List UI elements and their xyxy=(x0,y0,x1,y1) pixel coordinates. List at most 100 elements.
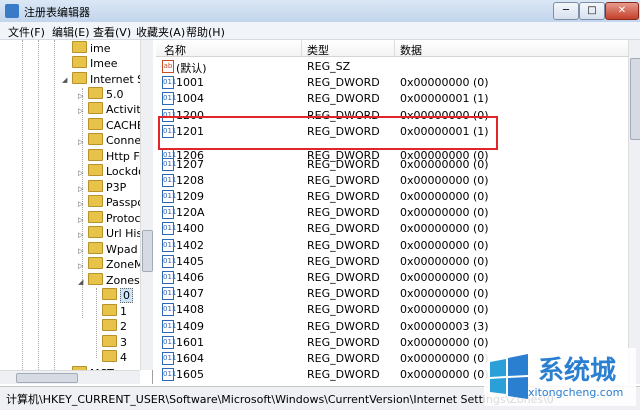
column-header-data[interactable]: 数据 xyxy=(400,42,422,58)
dword-value-icon: 011 xyxy=(162,190,176,203)
dword-value-icon: 011 xyxy=(162,222,176,235)
tree-vertical-scrollbar[interactable] xyxy=(140,40,153,370)
tree-guide-line xyxy=(38,40,39,380)
tree-item[interactable]: P3P xyxy=(88,180,126,195)
list-vertical-scrollbar[interactable] xyxy=(628,40,640,384)
folder-icon xyxy=(102,350,117,362)
tree-item[interactable]: 4 xyxy=(102,350,127,365)
tree-item[interactable]: Protoco xyxy=(88,211,147,226)
collapsed-arrow-icon[interactable]: ▷ xyxy=(78,92,83,100)
dword-value-icon: 011 xyxy=(162,287,176,300)
dword-value-icon: 011 xyxy=(162,206,176,219)
regedit-app-icon xyxy=(5,4,19,18)
collapsed-arrow-icon[interactable]: ▷ xyxy=(78,138,83,146)
folder-icon xyxy=(72,72,87,84)
dword-value-icon: 011 xyxy=(162,239,176,252)
tree-item[interactable]: 2 xyxy=(102,319,127,334)
folder-icon xyxy=(88,242,103,254)
list-item[interactable]: 011 1405 REG_DWORD 0x00000000 (0) xyxy=(156,253,628,269)
tree-item[interactable]: Wpad xyxy=(88,242,138,257)
tree-guide-line xyxy=(54,40,55,380)
folder-icon xyxy=(88,257,103,269)
dword-value-icon: 011 xyxy=(162,303,176,316)
menu-view[interactable]: 查看(V) xyxy=(93,24,131,40)
column-header-name[interactable]: 名称 xyxy=(164,42,186,58)
expanded-arrow-icon[interactable]: ◢ xyxy=(62,76,67,84)
list-item[interactable]: 011 1004 REG_DWORD 0x00000001 (1) xyxy=(156,90,628,106)
list-header: 名称 类型 数据 xyxy=(156,40,628,57)
menu-favorites[interactable]: 收藏夹(A) xyxy=(136,24,185,40)
tree-guide-line xyxy=(96,288,97,358)
collapsed-arrow-icon[interactable]: ▷ xyxy=(78,247,83,255)
list-item[interactable]: ab (默认) REG_SZ xyxy=(156,58,628,75)
tree-item[interactable]: 3 xyxy=(102,335,127,350)
folder-icon xyxy=(88,102,103,114)
collapsed-arrow-icon[interactable]: ▷ xyxy=(78,216,83,224)
folder-icon xyxy=(88,273,103,285)
folder-icon xyxy=(72,41,87,53)
column-header-type[interactable]: 类型 xyxy=(307,42,329,58)
collapsed-arrow-icon[interactable]: ▷ xyxy=(78,185,83,193)
column-divider[interactable] xyxy=(301,40,302,56)
folder-icon xyxy=(102,304,117,316)
collapsed-arrow-icon[interactable]: ▷ xyxy=(78,231,83,239)
list-item[interactable]: 011 1408 REG_DWORD 0x00000000 (0) xyxy=(156,301,628,317)
list-item[interactable]: 011 1208 REG_DWORD 0x00000000 (0) xyxy=(156,172,628,188)
list-item[interactable]: 011 1001 REG_DWORD 0x00000000 (0) xyxy=(156,74,628,90)
tree-item[interactable]: Imee xyxy=(72,56,118,71)
tree-horizontal-scrollbar[interactable] xyxy=(0,370,140,384)
title-bar: 注册表编辑器 ─ □ ✕ xyxy=(0,0,640,23)
folder-icon xyxy=(88,133,103,145)
column-divider[interactable] xyxy=(394,40,395,56)
list-item[interactable]: 011 1209 REG_DWORD 0x00000000 (0) xyxy=(156,188,628,204)
dword-value-icon: 011 xyxy=(162,158,176,171)
folder-icon xyxy=(88,180,103,192)
watermark-url: xitongcheng.com xyxy=(528,386,624,399)
minimize-button[interactable]: ─ xyxy=(553,2,579,20)
window-title: 注册表编辑器 xyxy=(24,6,90,19)
list-item[interactable]: 011 1407 REG_DWORD 0x00000000 (0) xyxy=(156,285,628,301)
menu-file[interactable]: 文件(F) xyxy=(8,24,45,40)
tree-item[interactable]: 1 xyxy=(102,304,127,319)
tree-item-zones[interactable]: Zones xyxy=(88,273,140,288)
collapsed-arrow-icon[interactable]: ▷ xyxy=(78,169,83,177)
dword-value-icon: 011 xyxy=(162,368,176,381)
list-item[interactable]: 011 1402 REG_DWORD 0x00000000 (0) xyxy=(156,237,628,253)
registry-tree: ime Imee ◢ Internet Set ▷ 5.0 ▷ Activiti… xyxy=(0,40,153,384)
scrollbar-thumb[interactable] xyxy=(142,230,153,272)
dword-value-icon: 011 xyxy=(162,336,176,349)
collapsed-arrow-icon[interactable]: ▷ xyxy=(78,200,83,208)
list-item[interactable]: 011 120A REG_DWORD 0x00000000 (0) xyxy=(156,204,628,220)
dword-value-icon: 011 xyxy=(162,76,176,89)
tree-guide-line xyxy=(22,40,23,380)
tree-item-zone-0-selected[interactable]: 0 xyxy=(102,288,133,303)
folder-icon xyxy=(88,226,103,238)
scrollbar-thumb[interactable] xyxy=(16,373,78,383)
folder-icon xyxy=(88,149,103,161)
dword-value-icon: 011 xyxy=(162,92,176,105)
expanded-arrow-icon[interactable]: ◢ xyxy=(78,278,83,286)
string-value-icon: ab xyxy=(162,60,174,73)
windows-flag-icon xyxy=(490,354,528,399)
menu-edit[interactable]: 编辑(E) xyxy=(52,24,90,40)
tree-item[interactable]: 5.0 xyxy=(88,87,124,102)
maximize-button[interactable]: □ xyxy=(579,2,605,20)
tree-item[interactable]: ime xyxy=(72,41,111,56)
collapsed-arrow-icon[interactable]: ▷ xyxy=(78,262,83,270)
watermark-brand: 系统城 xyxy=(538,356,617,386)
folder-icon xyxy=(102,319,117,331)
dword-value-icon: 011 xyxy=(162,255,176,268)
tree-item[interactable]: CACHE xyxy=(88,118,144,133)
list-item[interactable]: 011 1207 REG_DWORD 0x00000000 (0) xyxy=(156,156,628,172)
watermark-logo: 系统城 xitongcheng.com xyxy=(484,348,636,406)
list-item[interactable]: 011 1406 REG_DWORD 0x00000000 (0) xyxy=(156,269,628,285)
folder-icon xyxy=(88,211,103,223)
dword-value-icon: 011 xyxy=(162,271,176,284)
scrollbar-thumb[interactable] xyxy=(630,58,640,140)
menu-help[interactable]: 帮助(H) xyxy=(186,24,225,40)
list-item[interactable]: 011 1409 REG_DWORD 0x00000003 (3) xyxy=(156,318,628,334)
list-item[interactable]: 011 1400 REG_DWORD 0x00000000 (0) xyxy=(156,220,628,236)
collapsed-arrow-icon[interactable]: ▷ xyxy=(78,107,83,115)
close-button[interactable]: ✕ xyxy=(605,2,639,20)
menu-bar: 文件(F) 编辑(E) 查看(V) 收藏夹(A) 帮助(H) xyxy=(0,22,640,40)
